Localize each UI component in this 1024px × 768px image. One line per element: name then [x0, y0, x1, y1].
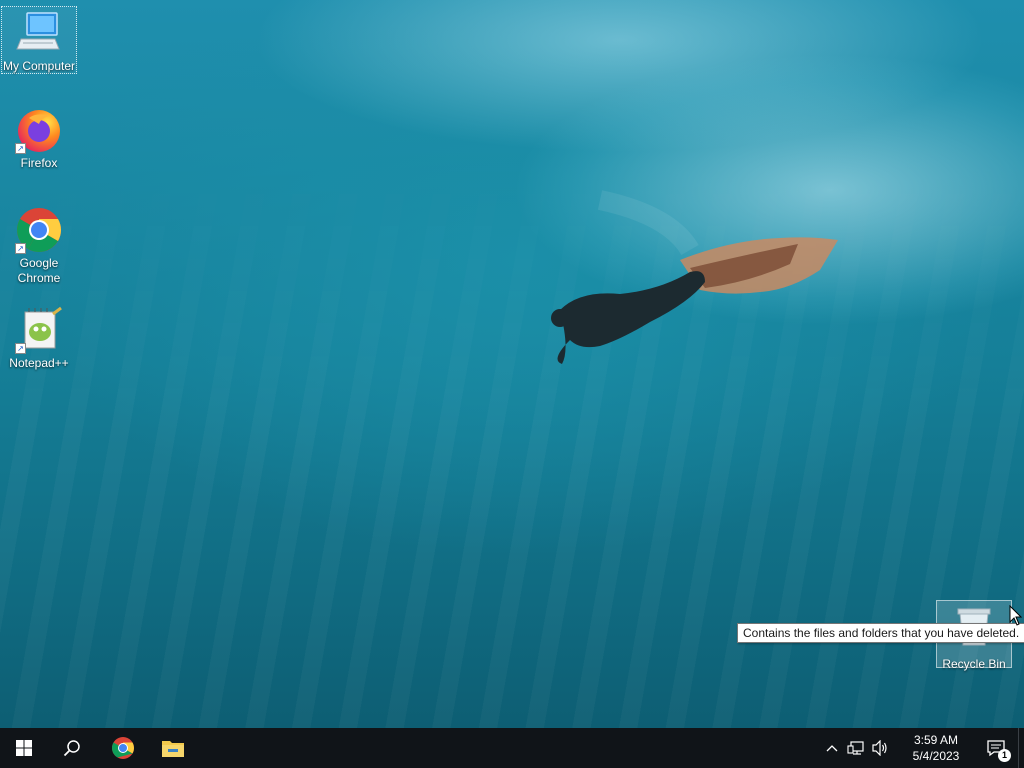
desktop[interactable]: My Computer ↗ Firefox ↗ Google Chrome ↗ …	[0, 0, 1024, 728]
desktop-icon-my-computer[interactable]: My Computer	[1, 6, 77, 74]
chevron-up-icon	[826, 745, 838, 752]
computer-icon	[15, 9, 63, 57]
system-tray: 3:59 AM 5/4/2023 1	[820, 728, 1024, 768]
action-center-button[interactable]: 1	[974, 728, 1018, 768]
desktop-icon-label: Recycle Bin	[942, 657, 1006, 671]
shortcut-arrow-icon: ↗	[15, 143, 26, 154]
taskbar: 3:59 AM 5/4/2023 1	[0, 728, 1024, 768]
notepad-plus-plus-icon: ↗	[15, 306, 63, 354]
mouse-cursor-icon	[1009, 605, 1023, 626]
desktop-icon-label: Google Chrome	[17, 256, 61, 285]
taskbar-file-explorer-button[interactable]	[148, 728, 198, 768]
light-rays	[0, 0, 1024, 728]
firefox-icon: ↗	[15, 106, 63, 154]
notification-count-badge: 1	[998, 749, 1011, 762]
show-desktop-button[interactable]	[1018, 728, 1024, 768]
network-icon	[847, 741, 864, 755]
desktop-icon-label: Firefox	[20, 156, 58, 170]
clock-date: 5/4/2023	[912, 749, 960, 763]
file-explorer-icon	[162, 741, 184, 757]
network-button[interactable]	[844, 728, 868, 768]
clock-time: 3:59 AM	[913, 733, 959, 747]
desktop-icon-google-chrome[interactable]: ↗ Google Chrome	[1, 204, 77, 286]
chrome-icon	[112, 737, 134, 759]
shortcut-arrow-icon: ↗	[15, 243, 26, 254]
windows-start-icon	[16, 740, 32, 756]
desktop-icon-firefox[interactable]: ↗ Firefox	[1, 104, 77, 171]
desktop-icon-label: Notepad++	[9, 356, 69, 370]
start-button[interactable]	[0, 728, 48, 768]
volume-icon	[872, 740, 887, 756]
volume-button[interactable]	[868, 728, 892, 768]
shortcut-arrow-icon: ↗	[15, 343, 26, 354]
desktop-icon-notepad-plus-plus[interactable]: ↗ Notepad++	[1, 304, 77, 371]
clock-button[interactable]: 3:59 AM 5/4/2023	[898, 732, 974, 764]
recycle-bin-tooltip: Contains the files and folders that you …	[737, 623, 1024, 643]
search-icon	[63, 740, 80, 757]
search-button[interactable]	[48, 728, 96, 768]
diver-image	[551, 190, 838, 364]
show-hidden-icons-button[interactable]	[820, 728, 844, 768]
desktop-icon-label: My Computer	[2, 59, 76, 73]
taskbar-chrome-button[interactable]	[98, 728, 148, 768]
chrome-icon: ↗	[15, 206, 63, 254]
